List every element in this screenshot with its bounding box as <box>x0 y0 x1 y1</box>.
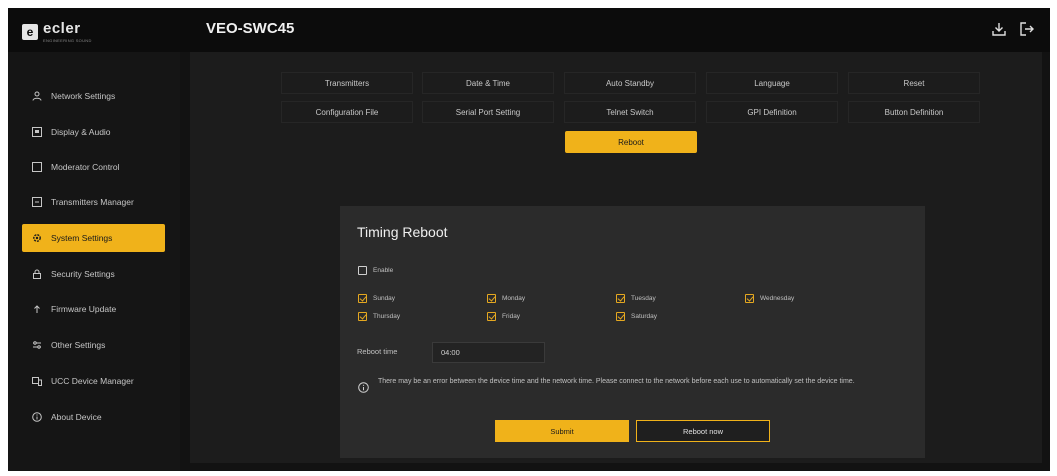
tab-date-time[interactable]: Date & Time <box>422 72 554 94</box>
tab-auto-standby[interactable]: Auto Standby <box>564 72 696 94</box>
device-icon <box>32 377 42 386</box>
day-label: Thursday <box>373 313 401 320</box>
day-label: Saturday <box>631 313 658 320</box>
device-title: VEO-SWC45 <box>206 20 295 37</box>
tab-transmitters[interactable]: Transmitters <box>281 72 413 94</box>
sidebar-item-label: About Device <box>51 412 102 422</box>
timing-reboot-panel: Timing Reboot Enable Sunday Monday Tuesd… <box>340 206 925 458</box>
day-label: Monday <box>502 295 526 302</box>
submit-button[interactable]: Submit <box>495 420 629 442</box>
sidebar-item-display-audio[interactable]: Display & Audio <box>22 118 165 146</box>
sidebar-item-label: Network Settings <box>51 91 116 101</box>
checkbox-box <box>616 312 625 321</box>
logo-mark: e <box>22 23 38 40</box>
tab-button-definition[interactable]: Button Definition <box>848 101 980 123</box>
info-message: There may be an error between the device… <box>378 378 855 385</box>
info-icon <box>32 412 42 422</box>
checkbox-box <box>487 294 496 303</box>
checkbox-box <box>358 266 367 275</box>
day-checkbox-thursday[interactable]: Thursday <box>358 312 400 321</box>
reboot-now-button[interactable]: Reboot now <box>636 420 770 442</box>
sidebar-item-ucc-device-manager[interactable]: UCC Device Manager <box>22 367 165 395</box>
panel-title: Timing Reboot <box>357 224 448 240</box>
tab-telnet-switch[interactable]: Telnet Switch <box>564 101 696 123</box>
sidebar-item-label: Transmitters Manager <box>51 197 134 207</box>
reboot-time-input[interactable] <box>432 342 545 363</box>
day-checkbox-monday[interactable]: Monday <box>487 294 525 303</box>
sidebar-item-label: Firmware Update <box>51 304 117 314</box>
sidebar-item-label: Moderator Control <box>51 162 120 172</box>
day-label: Wednesday <box>760 295 795 302</box>
sidebar-item-transmitters-manager[interactable]: Transmitters Manager <box>22 188 165 216</box>
sidebar-item-label: Security Settings <box>51 269 115 279</box>
top-bar: e ecler ENGINEERING SOUND VEO-SWC45 <box>8 8 1050 52</box>
sliders-icon <box>33 341 41 349</box>
tab-serial-port-setting[interactable]: Serial Port Setting <box>422 101 554 123</box>
info-icon <box>358 382 369 393</box>
brand-tagline: ENGINEERING SOUND <box>43 38 92 43</box>
upload-icon <box>34 305 40 313</box>
brand-name: ecler <box>43 20 81 37</box>
sidebar-item-network-settings[interactable]: Network Settings <box>22 82 165 110</box>
checkbox-box <box>616 294 625 303</box>
tab-configuration-file[interactable]: Configuration File <box>281 101 413 123</box>
display-icon <box>32 127 42 137</box>
sidebar-item-label: System Settings <box>51 233 113 243</box>
sidebar-item-about-device[interactable]: About Device <box>22 403 165 431</box>
day-label: Tuesday <box>631 295 656 302</box>
checkbox-box <box>487 312 496 321</box>
tab-reset[interactable]: Reset <box>848 72 980 94</box>
enable-label: Enable <box>373 267 394 274</box>
day-checkbox-friday[interactable]: Friday <box>487 312 520 321</box>
transmitter-icon <box>32 197 42 207</box>
checkbox-box <box>358 294 367 303</box>
person-icon <box>32 91 42 101</box>
day-checkbox-sunday[interactable]: Sunday <box>358 294 395 303</box>
day-checkbox-wednesday[interactable]: Wednesday <box>745 294 794 303</box>
main-content: Transmitters Date & Time Auto Standby La… <box>190 52 1042 463</box>
brand-logo: e ecler ENGINEERING SOUND <box>22 20 92 43</box>
day-checkbox-tuesday[interactable]: Tuesday <box>616 294 656 303</box>
gear-icon <box>33 234 41 242</box>
logout-icon[interactable] <box>1018 20 1036 38</box>
sidebar-item-moderator-control[interactable]: Moderator Control <box>22 153 165 181</box>
sidebar: Network Settings Display & Audio Moderat… <box>8 52 180 471</box>
sidebar-item-security-settings[interactable]: Security Settings <box>22 260 165 288</box>
enable-checkbox[interactable]: Enable <box>358 266 393 275</box>
tab-gpi-definition[interactable]: GPI Definition <box>706 101 838 123</box>
day-label: Sunday <box>373 295 396 302</box>
reboot-time-label: Reboot time <box>357 347 398 356</box>
sidebar-item-label: UCC Device Manager <box>51 376 134 386</box>
download-icon[interactable] <box>990 20 1008 38</box>
tab-reboot[interactable]: Reboot <box>565 131 697 153</box>
day-label: Friday <box>502 313 521 320</box>
sidebar-item-system-settings[interactable]: System Settings <box>22 224 165 252</box>
sidebar-item-label: Display & Audio <box>51 127 111 137</box>
day-checkbox-saturday[interactable]: Saturday <box>616 312 657 321</box>
tab-language[interactable]: Language <box>706 72 838 94</box>
checkbox-box <box>745 294 754 303</box>
square-icon <box>32 162 42 172</box>
app-window: e ecler ENGINEERING SOUND VEO-SWC45 Netw… <box>8 8 1050 471</box>
sidebar-item-other-settings[interactable]: Other Settings <box>22 331 165 359</box>
lock-icon <box>33 269 41 279</box>
checkbox-box <box>358 312 367 321</box>
sidebar-item-firmware-update[interactable]: Firmware Update <box>22 295 165 323</box>
sidebar-item-label: Other Settings <box>51 340 106 350</box>
